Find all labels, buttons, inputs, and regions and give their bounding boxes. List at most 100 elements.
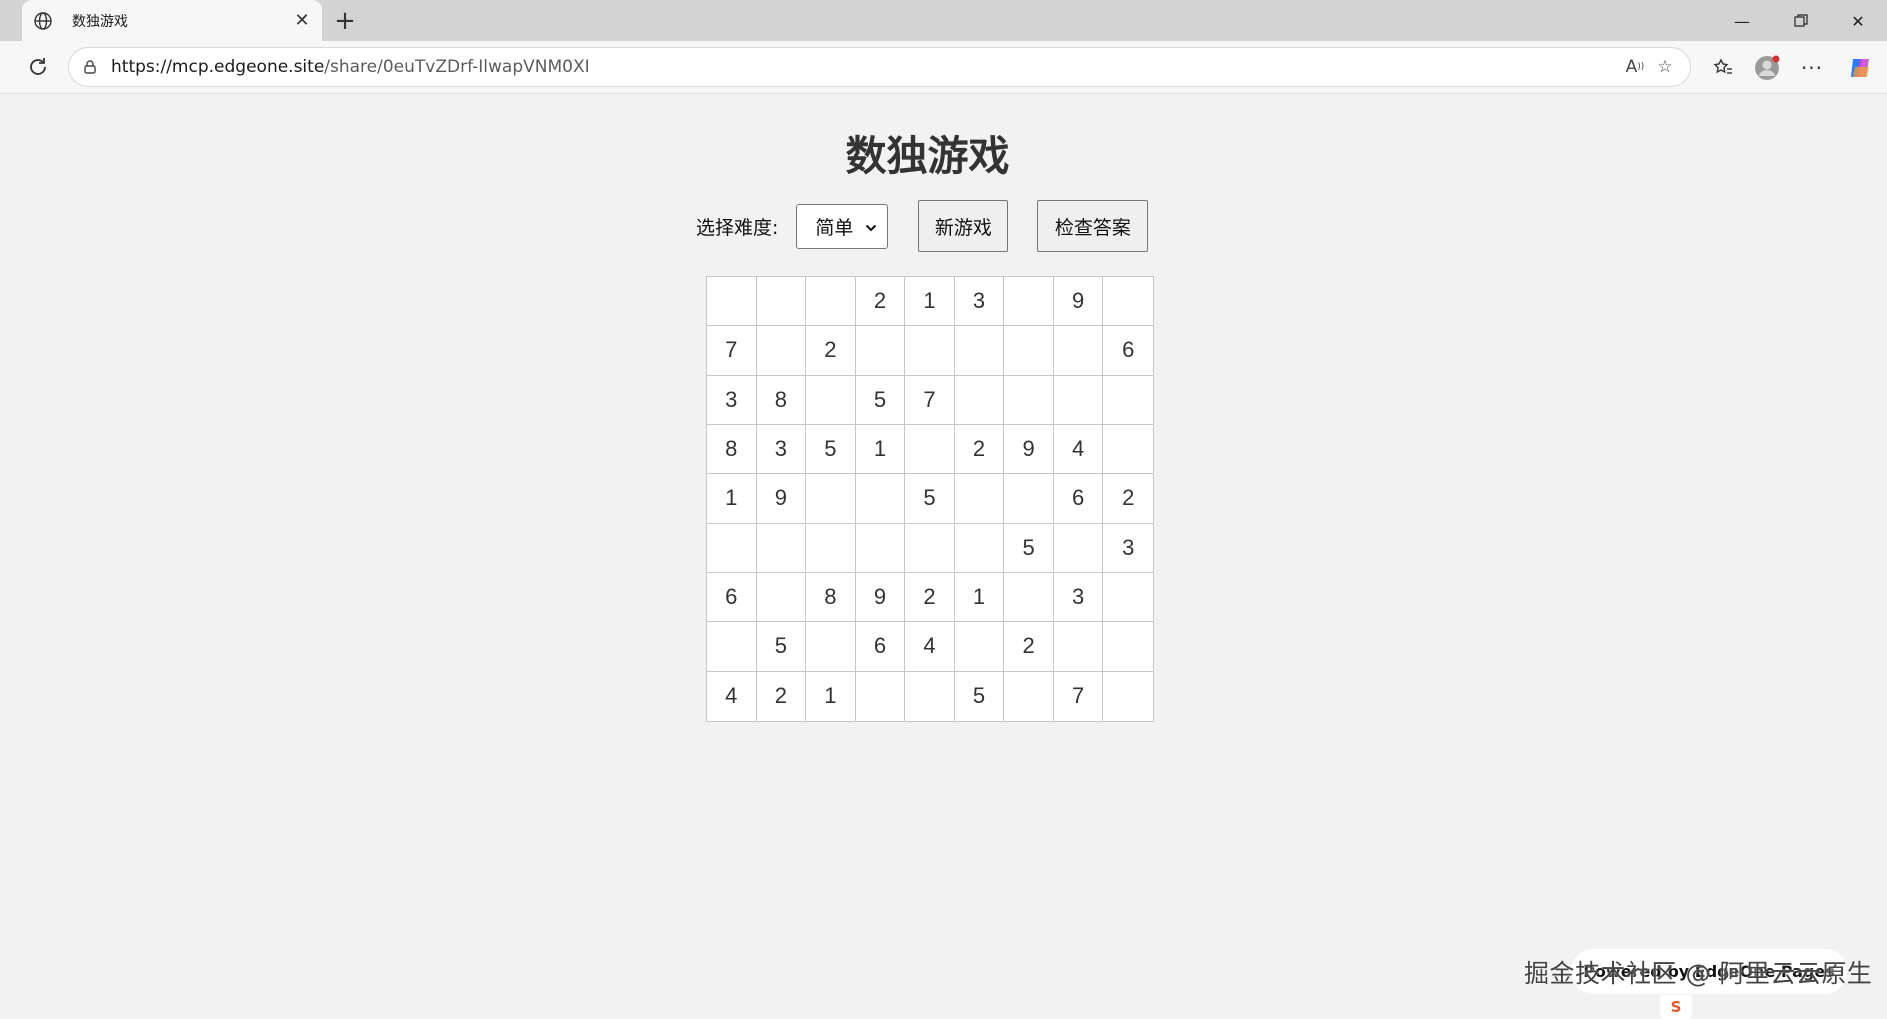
sudoku-cell[interactable] [905,671,955,721]
sudoku-cell[interactable] [1103,573,1153,623]
sudoku-cell[interactable] [856,671,906,721]
check-answer-button[interactable]: 检查答案 [1037,200,1149,252]
sudoku-cell[interactable] [855,474,906,524]
sudoku-cell[interactable]: 9 [1004,424,1054,475]
sudoku-cell[interactable] [954,622,1005,672]
sudoku-cell[interactable]: 9 [756,474,807,524]
sudoku-cell[interactable] [1103,622,1153,672]
sudoku-cell[interactable] [1053,523,1104,573]
sudoku-cell[interactable] [806,277,856,327]
sudoku-cell[interactable]: 4 [707,671,757,721]
sudoku-cell[interactable] [1053,326,1104,376]
sudoku-cell[interactable]: 4 [905,622,955,672]
sudoku-cell[interactable]: 9 [855,572,906,623]
sudoku-cell[interactable]: 6 [707,572,757,623]
sudoku-cell[interactable]: 8 [806,572,856,623]
address-bar[interactable]: https://mcp.edgeone.site/share/0euTvZDrf… [68,47,1691,87]
sudoku-cell[interactable]: 5 [905,474,955,524]
sudoku-cell[interactable]: 5 [855,375,906,425]
sudoku-cell[interactable]: 1 [707,474,757,524]
sudoku-cell[interactable] [1004,671,1054,721]
sudoku-cell[interactable] [707,277,757,327]
sudoku-cell[interactable] [1053,375,1104,425]
sudoku-cell[interactable] [905,326,955,376]
sudoku-cell[interactable]: 1 [855,424,906,475]
sudoku-cell[interactable] [1004,572,1054,623]
sudoku-cell[interactable] [954,375,1005,425]
sudoku-cell[interactable]: 6 [1053,474,1104,524]
sudoku-cell[interactable] [756,523,807,573]
sudoku-cell[interactable]: 3 [1103,524,1153,573]
sudoku-cell[interactable] [756,326,807,376]
sudoku-cell[interactable] [855,326,906,376]
sudoku-cell[interactable]: 3 [1053,572,1104,623]
sudoku-cell[interactable] [806,474,856,524]
sudoku-cell[interactable] [707,622,757,672]
tab-close-icon[interactable]: ✕ [288,7,316,35]
sudoku-cell[interactable]: 5 [1004,523,1054,573]
sudoku-cell[interactable] [806,523,856,573]
url-text[interactable]: https://mcp.edgeone.site/share/0euTvZDrf… [111,57,1620,77]
favorite-star-icon[interactable]: ☆ [1650,52,1680,82]
close-icon[interactable]: ✕ [1833,4,1883,38]
sudoku-cell[interactable] [756,277,807,327]
difficulty-select[interactable]: 简单 [796,203,889,249]
sudoku-cell[interactable] [756,572,807,623]
sudoku-cell[interactable] [954,326,1005,376]
sudoku-cell[interactable]: 5 [756,622,807,672]
sudoku-cell[interactable] [1103,277,1153,327]
sudoku-cell[interactable]: 2 [806,326,856,376]
sudoku-cell[interactable] [1103,672,1153,721]
site-info-icon[interactable] [79,56,101,78]
new-game-button[interactable]: 新游戏 [918,200,1009,252]
sudoku-cell[interactable]: 2 [1004,622,1054,672]
new-tab-button[interactable]: + [330,6,360,36]
sudoku-cell[interactable]: 5 [806,424,856,475]
sudoku-cell[interactable]: 3 [707,375,757,425]
sudoku-cell[interactable] [1103,376,1153,425]
sudoku-cell[interactable]: 2 [1103,474,1153,524]
reload-icon[interactable] [22,51,54,83]
sudoku-cell[interactable] [954,474,1005,524]
sudoku-cell[interactable] [707,523,757,573]
sudoku-cell[interactable]: 7 [905,375,955,425]
sudoku-cell[interactable] [1053,622,1104,672]
sudoku-cell[interactable]: 8 [707,424,757,475]
browser-tab[interactable]: 数独游戏 ✕ [22,0,322,41]
sudoku-cell[interactable]: 1 [806,671,856,721]
favorites-icon[interactable] [1706,51,1740,85]
sudoku-cell[interactable] [806,622,856,672]
sudoku-cell[interactable]: 2 [905,572,955,623]
sudoku-cell[interactable]: 3 [756,424,807,475]
sudoku-cell[interactable]: 8 [756,375,807,425]
sudoku-cell[interactable]: 2 [954,424,1005,475]
sudoku-cell[interactable]: 2 [757,671,807,721]
sudoku-cell[interactable] [855,523,906,573]
sudoku-cell[interactable] [1004,326,1054,376]
sudoku-cell[interactable]: 1 [905,277,955,327]
minimize-icon[interactable]: — [1717,4,1767,38]
sudoku-cell[interactable]: 6 [1103,326,1153,376]
sudoku-cell[interactable] [1004,474,1054,524]
sudoku-cell[interactable]: 4 [1053,424,1104,475]
sudoku-cell[interactable]: 5 [955,671,1005,721]
sudoku-cell[interactable]: 9 [1053,277,1104,327]
sudoku-cell[interactable] [1004,375,1054,425]
sudoku-cell[interactable] [905,523,955,573]
copilot-icon[interactable] [1843,51,1877,85]
profile-avatar-icon[interactable] [1750,51,1784,85]
sudoku-cell[interactable] [1004,277,1054,327]
sudoku-cell[interactable] [905,424,955,475]
sudoku-cell[interactable]: 7 [707,326,757,376]
sudoku-cell[interactable]: 2 [855,277,906,327]
read-aloud-icon[interactable]: A)) [1620,52,1650,82]
sudoku-cell[interactable]: 1 [954,572,1005,623]
more-options-icon[interactable]: ··· [1795,51,1829,85]
sudoku-cell[interactable] [806,375,856,425]
sudoku-cell[interactable] [954,523,1005,573]
sudoku-cell[interactable]: 7 [1054,671,1104,721]
sudoku-cell[interactable]: 3 [954,277,1005,327]
restore-icon[interactable] [1776,4,1826,38]
sudoku-cell[interactable] [1103,425,1153,475]
sudoku-cell[interactable]: 6 [855,622,906,672]
